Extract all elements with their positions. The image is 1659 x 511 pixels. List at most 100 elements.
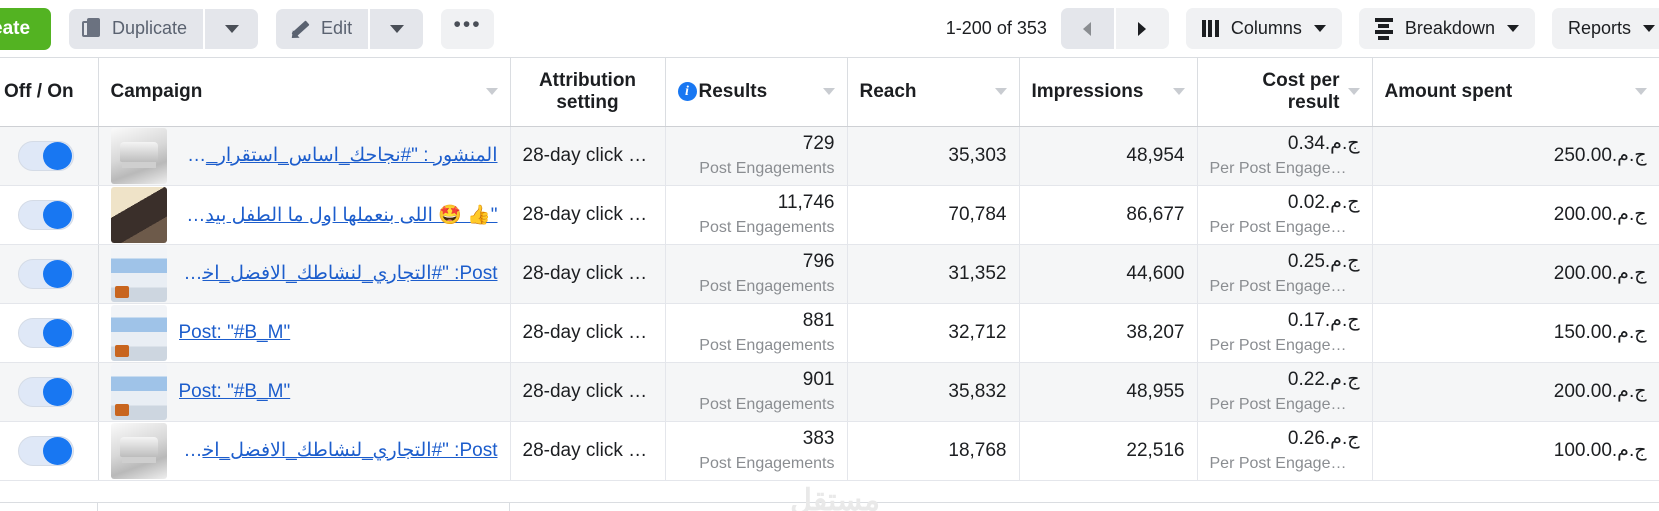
breakdown-button[interactable]: Breakdown <box>1359 8 1535 49</box>
chevron-down-icon <box>1643 25 1655 32</box>
row-amount-spent-cell: 200.00‏ج.م.‏ <box>1372 362 1659 421</box>
table-row[interactable]: Post: "#B_M"28-day click o...881Post Eng… <box>0 303 1659 362</box>
row-reach-cell: 70,784 <box>847 185 1019 244</box>
table-row[interactable]: Post: "#التجاري_لنشاطك_الافضل_اختيارك_ون… <box>0 421 1659 480</box>
campaign-name-link[interactable]: المنشور : "#نجاحك_اساس_استقرار_حياتك" <box>179 144 498 167</box>
row-results-cell: 729Post Engagements <box>665 126 847 185</box>
column-header-reach[interactable]: Reach <box>847 58 1019 126</box>
reports-button[interactable]: Reports <box>1552 8 1659 49</box>
campaign-thumbnail <box>111 364 167 420</box>
cost-per-result-subtext: Per Post Engageme... <box>1210 278 1360 296</box>
campaign-name-link[interactable]: "👍 🤩 اللى بنعملها اول ما الطفل بيدخل الح… <box>179 203 498 227</box>
row-attribution-cell: 28-day click o... <box>510 303 665 362</box>
row-campaign-cell: Post: "#B_M" <box>98 303 510 362</box>
table-row[interactable]: Post: "#B_M" 28-day click o... 901 Post Eng… <box>0 362 1659 421</box>
row-toggle-cell <box>0 244 98 303</box>
info-icon[interactable]: i <box>678 82 697 101</box>
chevron-down-icon[interactable] <box>1635 88 1647 95</box>
attribution-value: 28-day click o... <box>523 145 653 167</box>
table-row[interactable]: "👍 🤩 اللى بنعملها اول ما الطفل بيدخل الح… <box>0 185 1659 244</box>
previous-page-button[interactable] <box>1061 8 1114 49</box>
chevron-down-icon[interactable] <box>486 88 498 95</box>
chevron-down-icon[interactable] <box>1348 88 1360 95</box>
table-row[interactable]: المنشور : "#نجاحك_اساس_استقرار_حياتك" 28-… <box>0 126 1659 185</box>
campaign-status-toggle[interactable] <box>18 141 74 171</box>
columns-button[interactable]: Columns <box>1186 8 1342 49</box>
campaign-table: Off / On Campaign Attribution setting i … <box>0 58 1659 481</box>
campaign-thumbnail <box>111 423 167 479</box>
column-header-campaign[interactable]: Campaign <box>98 58 510 126</box>
chevron-down-icon[interactable] <box>995 88 1007 95</box>
create-button-label: eate <box>0 18 30 40</box>
column-header-attribution-setting[interactable]: Attribution setting <box>510 58 665 126</box>
campaign-name-link[interactable]: Post: "#التجاري_لنشاطك_الافضل_اختيارك_ون… <box>179 439 498 462</box>
row-results-cell: 901 Post Engagements <box>665 362 847 421</box>
cost-per-result-subtext: Per Post Engageme... <box>1210 219 1360 237</box>
cost-per-result-subtext: Per Post Engageme... <box>1210 396 1360 414</box>
row-attribution-cell: 28-day click o... <box>510 362 665 421</box>
campaign-status-toggle[interactable] <box>18 436 74 466</box>
row-amount-spent-cell: 100.00‏ج.م.‏ <box>1372 421 1659 480</box>
create-button[interactable]: eate <box>0 8 51 50</box>
attribution-value: 28-day click o... <box>523 381 653 403</box>
edit-button[interactable]: Edit <box>276 9 368 49</box>
results-value: 383 <box>678 429 835 450</box>
campaign-status-toggle[interactable] <box>18 259 74 289</box>
chevron-down-icon[interactable] <box>1173 88 1185 95</box>
duplicate-button-label: Duplicate <box>112 18 187 39</box>
cost-per-result-value: 0.25‏ج.م.‏ <box>1210 252 1360 273</box>
duplicate-dropdown-button[interactable] <box>205 9 258 49</box>
row-reach-cell: 18,768 <box>847 421 1019 480</box>
cost-per-result-subtext: Per Post Engageme... <box>1210 455 1360 473</box>
duplicate-button[interactable]: Duplicate <box>69 9 203 49</box>
row-attribution-cell: 28-day click o... <box>510 244 665 303</box>
toggle-knob <box>43 201 72 229</box>
campaign-name-link[interactable]: Post: "#B_M" <box>179 322 498 344</box>
duplicate-icon <box>82 18 102 40</box>
results-value: 796 <box>678 252 835 273</box>
column-header-results[interactable]: i Results <box>665 58 847 126</box>
column-header-amount-spent[interactable]: Amount spent <box>1372 58 1659 126</box>
impressions-value: 38,207 <box>1126 322 1184 343</box>
row-results-cell: 796Post Engagements <box>665 244 847 303</box>
toggle-knob <box>43 437 72 465</box>
table-row[interactable]: Post: "#التجاري_لنشاطك_الافضل_اختيارك_ون… <box>0 244 1659 303</box>
next-page-button[interactable] <box>1116 8 1169 49</box>
attribution-value: 28-day click o... <box>523 263 653 285</box>
column-header-campaign-label: Campaign <box>111 81 203 103</box>
toggle-knob <box>43 260 72 288</box>
columns-icon <box>1202 20 1219 37</box>
campaign-status-toggle[interactable] <box>18 377 74 407</box>
campaign-status-toggle[interactable] <box>18 318 74 348</box>
edit-dropdown-button[interactable] <box>370 9 423 49</box>
campaign-name-link[interactable]: Post: "#التجاري_لنشاطك_الافضل_اختيارك_ون… <box>179 262 498 285</box>
column-header-amount-spent-label: Amount spent <box>1385 81 1513 103</box>
row-reach-cell: 35,832 <box>847 362 1019 421</box>
toggle-knob <box>43 319 72 347</box>
row-cost-per-result-cell: 0.22‏ج.م.‏Per Post Engageme... <box>1197 362 1372 421</box>
impressions-value: 48,955 <box>1126 381 1184 402</box>
results-subtext: Post Engagements <box>678 337 835 355</box>
column-header-results-label: Results <box>699 81 815 103</box>
column-header-off-on[interactable]: Off / On <box>0 58 98 126</box>
results-subtext: Post Engagements <box>678 219 835 237</box>
table-body: المنشور : "#نجاحك_اساس_استقرار_حياتك" 28-… <box>0 126 1659 480</box>
row-amount-spent-cell: 200.00‏ج.م.‏ <box>1372 185 1659 244</box>
results-value: 901 <box>678 370 835 391</box>
cost-per-result-value: 0.26‏ج.م.‏ <box>1210 429 1360 450</box>
results-value: 729 <box>678 134 835 155</box>
toggle-knob <box>43 142 72 170</box>
chevron-down-icon <box>1314 25 1326 32</box>
results-subtext: Post Engagements <box>678 396 835 414</box>
campaign-status-toggle[interactable] <box>18 200 74 230</box>
attribution-value: 28-day click o... <box>523 440 653 462</box>
column-header-cost-per-result[interactable]: Cost per result <box>1197 58 1372 126</box>
campaign-name-link[interactable]: Post: "#B_M" <box>179 381 498 403</box>
column-header-impressions[interactable]: Impressions <box>1019 58 1197 126</box>
chevron-down-icon[interactable] <box>823 88 835 95</box>
cost-per-result-subtext: Per Post Engageme... <box>1210 160 1360 178</box>
column-header-attribution-setting-label: Attribution setting <box>539 70 636 113</box>
attribution-value: 28-day click o... <box>523 322 653 344</box>
bottom-seg <box>0 503 98 511</box>
more-options-button[interactable]: ••• <box>441 9 494 49</box>
